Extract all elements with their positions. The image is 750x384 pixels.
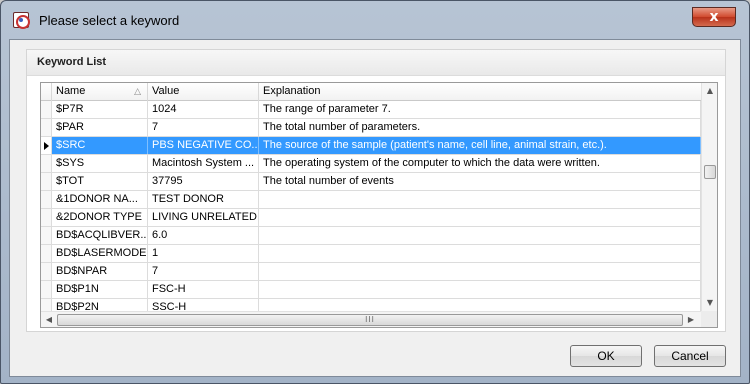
column-header-value[interactable]: Value (148, 83, 259, 101)
ok-button[interactable]: OK (570, 345, 642, 367)
scroll-up-icon[interactable]: ▲ (702, 83, 717, 99)
row-indicator[interactable] (41, 263, 52, 280)
table-row[interactable]: &2DONOR TYPE LIVING UNRELATED (41, 209, 701, 227)
cell-explanation (259, 263, 701, 280)
column-header-explanation[interactable]: Explanation (259, 83, 701, 101)
cell-name: BD$LASERMODE (52, 245, 148, 262)
column-header-name-label: Name (56, 85, 86, 97)
cell-name: $TOT (52, 173, 148, 190)
table-row[interactable]: $P7R 1024 The range of parameter 7. (41, 101, 701, 119)
keyword-grid[interactable]: Name △ Value Explanation $P7R 1024 The ran… (40, 82, 718, 328)
row-indicator-header (41, 83, 52, 101)
cell-value: 7 (148, 263, 259, 280)
vertical-scrollbar[interactable]: ▲ ▼ (701, 83, 717, 311)
table-row[interactable]: BD$ACQLIBVER... 6.0 (41, 227, 701, 245)
scroll-left-icon[interactable]: ◀ (41, 312, 57, 327)
table-row[interactable]: BD$NPAR 7 (41, 263, 701, 281)
app-icon (13, 12, 30, 29)
cell-explanation: The total number of events (259, 173, 701, 190)
row-indicator[interactable] (41, 119, 52, 136)
table-row[interactable]: $TOT 37795 The total number of events (41, 173, 701, 191)
cell-name: &1DONOR NA... (52, 191, 148, 208)
cell-name: $SYS (52, 155, 148, 172)
cell-name: BD$NPAR (52, 263, 148, 280)
cell-explanation (259, 209, 701, 226)
cell-explanation: The source of the sample (patient's name… (259, 137, 701, 154)
cell-value: TEST DONOR (148, 191, 259, 208)
group-header: Keyword List (27, 50, 725, 76)
group-title: Keyword List (37, 56, 107, 68)
title-bar[interactable]: Please select a keyword x (1, 1, 749, 39)
cell-name: $P7R (52, 101, 148, 118)
cell-explanation: The range of parameter 7. (259, 101, 701, 118)
dialog-body: Keyword List Name △ Value Explanation $P… (9, 39, 741, 377)
cell-explanation: The operating system of the computer to … (259, 155, 701, 172)
table-row[interactable]: &1DONOR NA... TEST DONOR (41, 191, 701, 209)
cell-explanation (259, 245, 701, 262)
scrollbar-corner (701, 311, 717, 327)
cell-value: 1 (148, 245, 259, 262)
row-indicator[interactable] (41, 155, 52, 172)
cell-value: Macintosh System ... (148, 155, 259, 172)
close-button[interactable]: x (692, 7, 736, 27)
table-row[interactable]: BD$P1N FSC-H (41, 281, 701, 299)
horizontal-scroll-thumb[interactable]: III (57, 314, 683, 326)
row-indicator[interactable] (41, 101, 52, 118)
sort-ascending-icon: △ (134, 86, 141, 96)
dialog-window: Please select a keyword x Keyword List N… (0, 0, 750, 384)
row-indicator[interactable] (41, 191, 52, 208)
row-indicator[interactable] (41, 245, 52, 262)
scroll-right-icon[interactable]: ▶ (683, 312, 699, 327)
cell-value: 7 (148, 119, 259, 136)
scroll-down-icon[interactable]: ▼ (702, 295, 717, 311)
column-header-name[interactable]: Name △ (52, 83, 148, 101)
cell-value: 1024 (148, 101, 259, 118)
row-indicator[interactable] (41, 173, 52, 190)
cell-value: 37795 (148, 173, 259, 190)
cell-explanation (259, 281, 701, 298)
horizontal-scrollbar[interactable]: ◀ III ▶ (41, 311, 701, 327)
cell-explanation (259, 227, 701, 244)
table-row[interactable]: $SRC PBS NEGATIVE CO... The source of the … (41, 137, 701, 155)
row-indicator[interactable] (41, 281, 52, 298)
row-indicator[interactable] (41, 137, 52, 154)
current-row-arrow-icon (44, 142, 49, 150)
cell-value: LIVING UNRELATED (148, 209, 259, 226)
cell-explanation: The total number of parameters. (259, 119, 701, 136)
cell-value: 6.0 (148, 227, 259, 244)
cancel-button[interactable]: Cancel (654, 345, 726, 367)
table-row[interactable]: BD$LASERMODE 1 (41, 245, 701, 263)
cell-name: BD$P1N (52, 281, 148, 298)
cell-value: PBS NEGATIVE CO... (148, 137, 259, 154)
cell-name: $PAR (52, 119, 148, 136)
row-indicator[interactable] (41, 209, 52, 226)
row-indicator[interactable] (41, 227, 52, 244)
cell-name: $SRC (52, 137, 148, 154)
cell-name: BD$ACQLIBVER... (52, 227, 148, 244)
grid-rows: $P7R 1024 The range of parameter 7. $PAR 7 Th… (41, 101, 701, 317)
cell-explanation (259, 191, 701, 208)
grid-header: Name △ Value Explanation (41, 83, 701, 101)
cell-value: FSC-H (148, 281, 259, 298)
vertical-scroll-thumb[interactable] (704, 165, 716, 179)
keyword-list-group: Keyword List Name △ Value Explanation $P… (26, 49, 726, 332)
window-title: Please select a keyword (39, 13, 180, 28)
cell-name: &2DONOR TYPE (52, 209, 148, 226)
table-row[interactable]: $PAR 7 The total number of parameters. (41, 119, 701, 137)
table-row[interactable]: $SYS Macintosh System ... The operating sy… (41, 155, 701, 173)
